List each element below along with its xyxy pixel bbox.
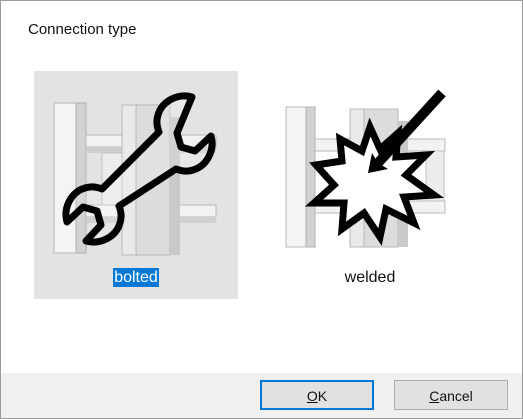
cancel-button[interactable]: Cancel (394, 380, 508, 410)
welded-connection-image (285, 89, 446, 248)
option-welded[interactable]: welded (268, 71, 472, 299)
connection-type-dialog: Connection type bolted welded OK Cancel (0, 0, 523, 419)
option-bolted[interactable]: bolted (34, 71, 238, 299)
dialog-title: Connection type (28, 21, 137, 38)
option-label-bolted: bolted (113, 268, 159, 287)
option-label-welded: welded (344, 269, 396, 286)
dialog-footer: OK Cancel (1, 373, 522, 418)
ok-button[interactable]: OK (260, 380, 374, 410)
bolted-connection-image (53, 92, 217, 256)
